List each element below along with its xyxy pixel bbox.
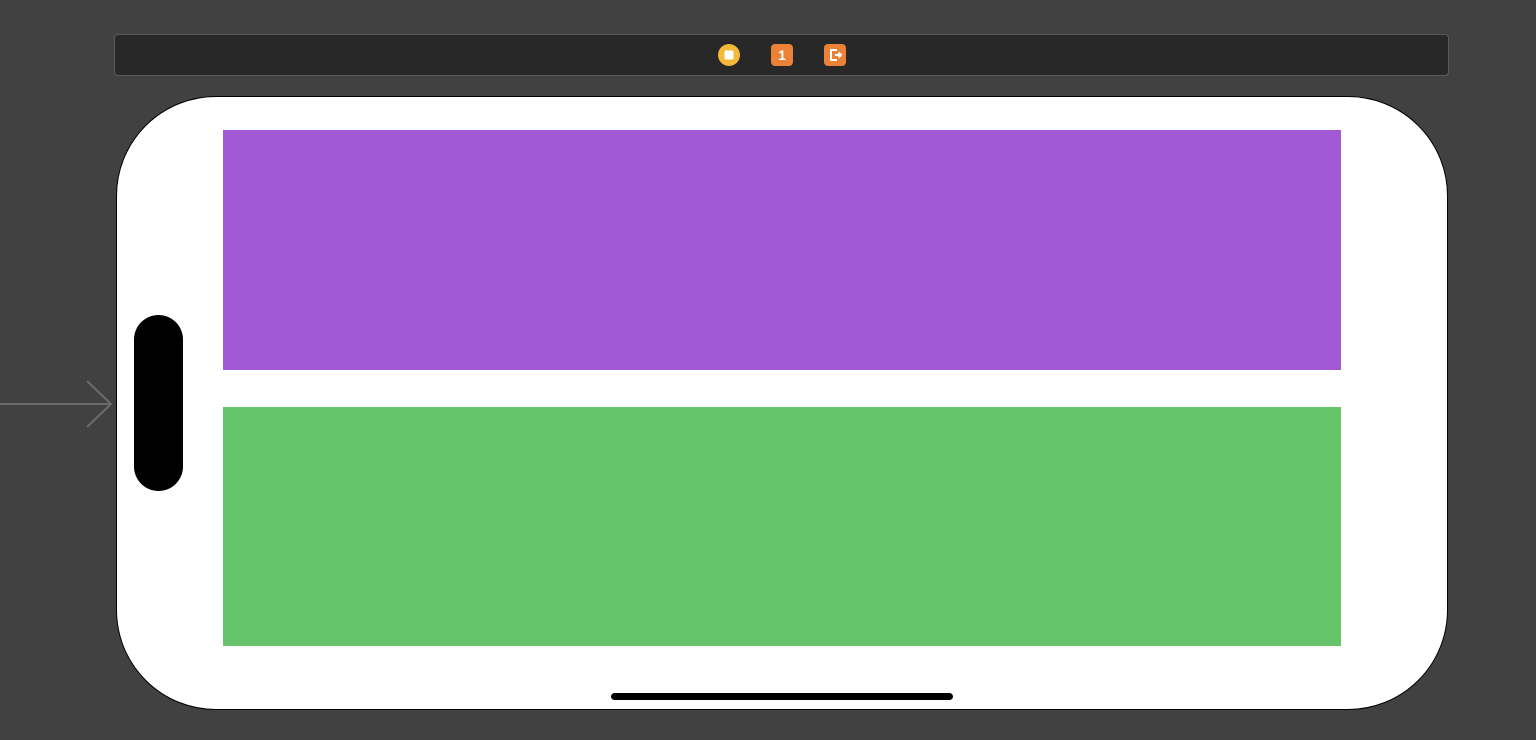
first-responder-icon-graphic: 1: [770, 44, 793, 66]
green-view[interactable]: [223, 407, 1341, 646]
exit-icon-graphic: [823, 44, 846, 66]
first-responder-label: 1: [778, 47, 786, 63]
exit-icon[interactable]: [823, 43, 847, 67]
storyboard-canvas[interactable]: 1: [0, 0, 1536, 740]
entry-point-arrow-icon[interactable]: [0, 379, 116, 429]
device-notch: [134, 315, 183, 491]
view-controller-icon-graphic: [717, 44, 740, 66]
home-indicator: [611, 693, 953, 700]
view-controller-icon[interactable]: [717, 43, 741, 67]
scene-dock: 1: [114, 34, 1449, 76]
purple-view[interactable]: [223, 130, 1341, 370]
first-responder-icon[interactable]: 1: [770, 43, 794, 67]
